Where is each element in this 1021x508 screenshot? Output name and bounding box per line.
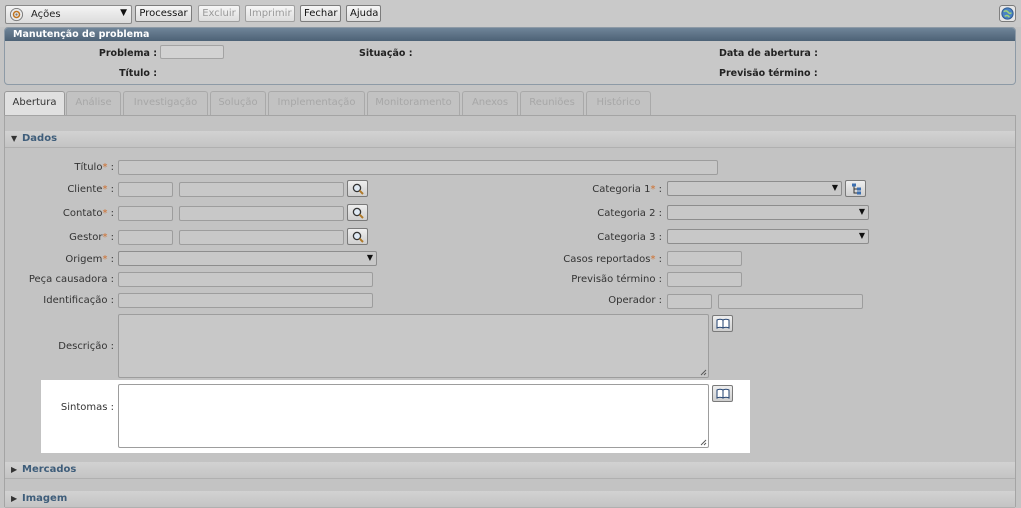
operador-code-input[interactable] xyxy=(667,294,712,309)
tab-implementacao[interactable]: Implementação xyxy=(268,91,365,115)
cliente-name-input[interactable] xyxy=(179,182,344,197)
section-imagem-title: Imagem xyxy=(22,493,68,504)
actions-dropdown[interactable]: Ações ▼ xyxy=(5,5,132,24)
tab-investigacao[interactable]: Investigação xyxy=(123,91,208,115)
descricao-book-button[interactable] xyxy=(712,315,733,332)
cliente-search-button[interactable] xyxy=(347,180,368,197)
previsao-input[interactable] xyxy=(667,272,742,287)
titulo-input[interactable] xyxy=(118,160,718,175)
peca-input[interactable] xyxy=(118,272,373,287)
gestor-search-button[interactable] xyxy=(347,228,368,245)
tab-monitoramento[interactable]: Monitoramento xyxy=(367,91,460,115)
origem-select[interactable]: ▼ xyxy=(118,251,377,266)
peca-label: Peça causadora : xyxy=(28,274,114,285)
close-button[interactable]: Fechar xyxy=(300,5,341,22)
dropdown-arrow-icon: ▼ xyxy=(366,253,373,262)
dropdown-arrow-icon: ▼ xyxy=(120,8,127,18)
tree-icon xyxy=(852,183,861,195)
tab-anexos[interactable]: Anexos xyxy=(462,91,518,115)
resize-grip-icon[interactable] xyxy=(700,439,707,446)
gestor-label: Gestor* : xyxy=(69,232,114,243)
identificacao-label: Identificação : xyxy=(43,295,114,306)
book-icon xyxy=(716,318,730,329)
descricao-label: Descrição : xyxy=(58,341,114,352)
contato-code-input[interactable] xyxy=(118,206,173,221)
resize-grip-icon[interactable] xyxy=(700,369,707,376)
problem-header-panel: Manutenção de problema Problema : Situaç… xyxy=(4,27,1016,85)
categoria1-label: Categoria 1* : xyxy=(592,184,662,195)
previsao-header-label: Previsão término : xyxy=(719,68,818,79)
gear-icon xyxy=(9,7,24,22)
categoria2-select[interactable]: ▼ xyxy=(667,205,869,220)
sintomas-label: Sintomas : xyxy=(60,402,114,413)
search-icon xyxy=(352,231,364,243)
tab-solucao[interactable]: Solução xyxy=(210,91,266,115)
cliente-label: Cliente* : xyxy=(67,184,114,195)
previsao-label: Previsão término : xyxy=(571,274,662,285)
delete-button[interactable]: Excluir xyxy=(198,5,240,22)
identificacao-input[interactable] xyxy=(118,293,373,308)
expand-icon: ▶ xyxy=(11,465,18,474)
section-imagem-header[interactable]: ▶ Imagem xyxy=(5,491,1015,508)
section-mercados-title: Mercados xyxy=(22,464,77,475)
categoria1-select[interactable]: ▼ xyxy=(667,181,842,196)
section-dados-title: Dados xyxy=(22,133,58,144)
sintomas-book-button[interactable] xyxy=(712,385,733,402)
titulo-label: Título* : xyxy=(74,162,114,173)
operador-name-input[interactable] xyxy=(718,294,863,309)
categoria3-label: Categoria 3 : xyxy=(597,232,662,243)
gestor-code-input[interactable] xyxy=(118,230,173,245)
titulo-header-label: Título : xyxy=(119,68,157,79)
descricao-textarea[interactable] xyxy=(118,314,709,378)
process-button[interactable]: Processar xyxy=(135,5,192,22)
problema-label: Problema : xyxy=(98,48,157,59)
cliente-code-input[interactable] xyxy=(118,182,173,197)
situacao-label: Situação : xyxy=(359,48,413,59)
problema-input[interactable] xyxy=(160,45,224,59)
dropdown-arrow-icon: ▼ xyxy=(858,207,865,216)
section-mercados-header[interactable]: ▶ Mercados xyxy=(5,462,1015,479)
collapse-icon: ▼ xyxy=(11,134,18,143)
panel-title: Manutenção de problema xyxy=(5,28,1015,41)
sintomas-textarea[interactable] xyxy=(118,384,709,448)
tab-historico[interactable]: Histórico xyxy=(586,91,651,115)
tab-content: ▼ Dados Título* : Cliente* : Categoria 1… xyxy=(4,115,1016,508)
dropdown-arrow-icon: ▼ xyxy=(858,231,865,240)
tab-reunioes[interactable]: Reuniões xyxy=(520,91,584,115)
dropdown-arrow-icon: ▼ xyxy=(831,183,838,192)
casos-input[interactable] xyxy=(667,251,742,266)
casos-label: Casos reportados* : xyxy=(563,254,662,265)
categoria2-label: Categoria 2 : xyxy=(597,208,662,219)
contato-search-button[interactable] xyxy=(347,204,368,221)
print-button[interactable]: Imprimir xyxy=(245,5,295,22)
search-icon xyxy=(352,207,364,219)
book-icon xyxy=(716,388,730,399)
contato-name-input[interactable] xyxy=(179,206,344,221)
contato-label: Contato* : xyxy=(62,208,114,219)
tab-abertura[interactable]: Abertura xyxy=(4,91,65,116)
origem-label: Origem* : xyxy=(65,254,114,265)
expand-icon: ▶ xyxy=(11,494,18,503)
categoria3-select[interactable]: ▼ xyxy=(667,229,869,244)
globe-icon[interactable] xyxy=(999,5,1016,22)
help-button[interactable]: Ajuda xyxy=(346,5,381,22)
search-icon xyxy=(352,183,364,195)
tab-analise[interactable]: Análise xyxy=(66,91,121,115)
actions-label: Ações xyxy=(31,9,61,20)
categoria1-tree-button[interactable] xyxy=(845,180,866,197)
section-dados-header[interactable]: ▼ Dados xyxy=(5,131,1015,148)
data-abertura-label: Data de abertura : xyxy=(719,48,818,59)
operador-label: Operador : xyxy=(608,295,662,306)
gestor-name-input[interactable] xyxy=(179,230,344,245)
